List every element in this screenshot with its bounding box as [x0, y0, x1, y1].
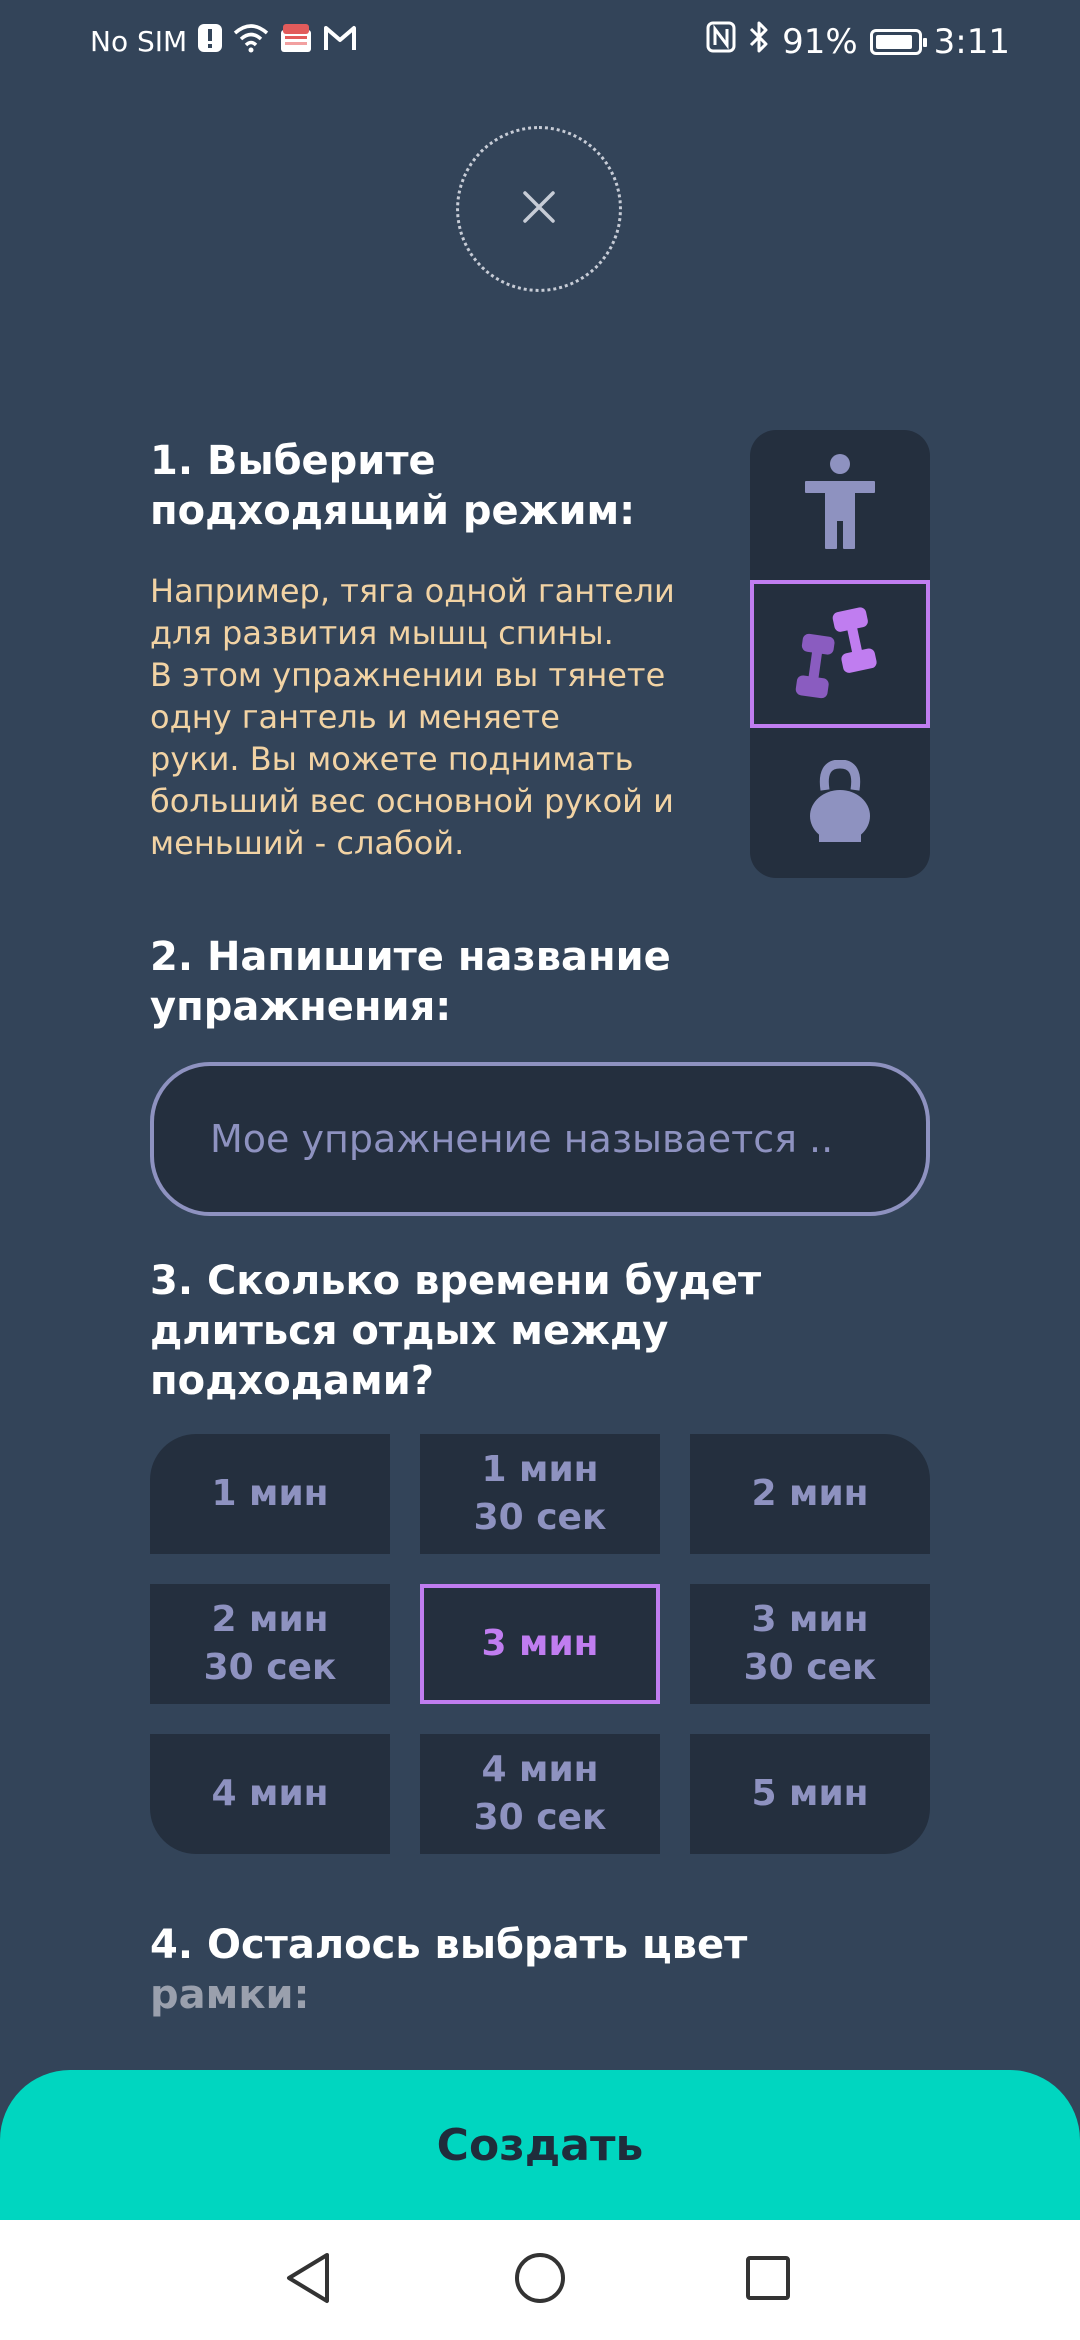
clock: 3:11: [933, 21, 1010, 62]
rest-option-4-min-30-sec[interactable]: 4 мин 30 сек: [420, 1734, 660, 1854]
carrier-text: No SIM: [90, 25, 188, 58]
back-icon: [283, 2251, 333, 2309]
nav-back-button[interactable]: [278, 2250, 338, 2310]
mode-bodyweight[interactable]: [750, 430, 930, 578]
color-section-title: 4. Осталось выбрать цвет рамки:: [150, 1920, 770, 2020]
status-bar: No SIM 91% 3:11: [0, 0, 1080, 80]
mode-dumbbells[interactable]: [750, 580, 930, 728]
rest-option-2-min[interactable]: 2 мин: [690, 1434, 930, 1554]
navigation-bar: [0, 2220, 1080, 2340]
create-button[interactable]: Создать: [0, 2070, 1080, 2220]
app-notification-icon: [279, 22, 313, 61]
dumbbells-icon: [785, 597, 895, 711]
rest-time-grid: 1 мин 1 мин 30 сек 2 мин 2 мин 30 сек 3 …: [150, 1434, 930, 1854]
status-left: No SIM: [90, 22, 357, 61]
mode-kettlebell[interactable]: [750, 730, 930, 878]
nfc-icon: [706, 21, 736, 62]
alert-icon: [197, 23, 223, 60]
battery-percent: 91%: [782, 21, 858, 62]
rest-option-3-min[interactable]: 3 мин: [420, 1584, 660, 1704]
mode-description: Например, тяга одной гантели для развити…: [150, 572, 675, 862]
close-button[interactable]: [456, 126, 622, 292]
rest-option-1-min[interactable]: 1 мин: [150, 1434, 390, 1554]
exercise-name-input[interactable]: [150, 1062, 930, 1216]
status-right: 91% 3:11: [706, 20, 1010, 63]
rest-option-5-min[interactable]: 5 мин: [690, 1734, 930, 1854]
mode-selector: [750, 430, 930, 878]
home-icon: [513, 2251, 567, 2309]
rest-option-3-min-30-sec[interactable]: 3 мин 30 сек: [690, 1584, 930, 1704]
color-section-title-line2: рамки:: [150, 1972, 310, 2018]
bluetooth-icon: [748, 20, 770, 63]
rest-option-1-min-30-sec[interactable]: 1 мин 30 сек: [420, 1434, 660, 1554]
gmail-icon: [323, 24, 357, 59]
rest-section-title: 3. Сколько времени будет длиться отдых м…: [150, 1258, 762, 1404]
recents-icon: [744, 2254, 792, 2306]
battery-icon: [869, 28, 927, 55]
kettlebell-icon: [805, 759, 875, 848]
mode-section-title: 1. Выберите подходящий режим:: [150, 438, 636, 534]
bodyweight-icon: [802, 452, 878, 556]
color-section-title-line1: 4. Осталось выбрать цвет: [150, 1922, 748, 1968]
name-section-title: 2. Напишите название упражнения:: [150, 934, 671, 1030]
wifi-icon: [233, 23, 269, 60]
rest-option-2-min-30-sec[interactable]: 2 мин 30 сек: [150, 1584, 390, 1704]
nav-recents-button[interactable]: [738, 2250, 798, 2310]
rest-option-4-min[interactable]: 4 мин: [150, 1734, 390, 1854]
close-icon: [521, 189, 557, 229]
nav-home-button[interactable]: [510, 2250, 570, 2310]
